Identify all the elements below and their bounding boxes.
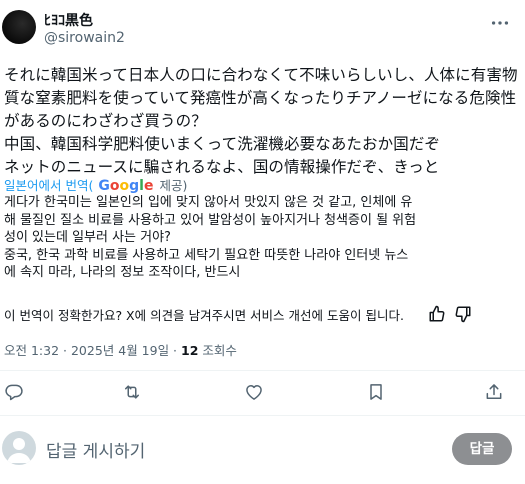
google-logo: Google	[98, 178, 154, 194]
tweet-text: それに韓国米って日本人の口に合わなくて不味いらしいし、人体に有害物 質な窒素肥料…	[4, 66, 518, 176]
thumbs-down-icon[interactable]	[454, 305, 472, 323]
reply-bubble-icon	[5, 384, 23, 401]
divider	[0, 415, 525, 416]
translation-attribution: 일본어에서 번역( Google 제공)	[4, 175, 187, 194]
more-horizontal-icon	[491, 21, 509, 25]
translated-from-link[interactable]: 일본어에서 번역	[4, 178, 88, 193]
reply-button[interactable]	[4, 382, 26, 404]
default-avatar	[2, 431, 36, 465]
more-options-button[interactable]	[488, 12, 512, 36]
retweet-icon	[125, 385, 139, 399]
thumbs-up-icon[interactable]	[428, 305, 446, 323]
tweet-timestamp[interactable]: 오전 1:32 · 2025년 4월 19일 ·	[4, 343, 181, 358]
translation-feedback: 이 번역이 정확한가요? X에 의견을 남겨주시면 서비스 개선에 도움이 됩니…	[4, 305, 518, 325]
author-handle[interactable]: @sirowain2	[44, 30, 125, 46]
divider	[0, 370, 525, 371]
bookmark-button[interactable]	[366, 382, 388, 404]
feedback-prompt: 이 번역이 정확한가요? X에 의견을 남겨주시면 서비스 개선에 도움이 됩니…	[4, 308, 404, 323]
reply-input[interactable]: 답글 게시하기	[46, 437, 145, 462]
heart-icon	[246, 385, 262, 400]
tweet-meta: 오전 1:32 · 2025년 4월 19일 · 12 조회수	[4, 340, 237, 359]
retweet-button[interactable]	[122, 382, 144, 404]
bookmark-icon	[370, 384, 382, 400]
share-upload-icon	[486, 384, 502, 399]
translated-text: 게다가 한국미는 일본인의 입에 맞지 않아서 맛있지 않은 것 같고, 인체에…	[4, 195, 417, 280]
tweet-actions	[0, 378, 525, 408]
author-avatar[interactable]	[2, 10, 36, 44]
reply-submit-button[interactable]: 답글	[452, 433, 512, 465]
views-label: 조회수	[198, 343, 237, 358]
tweet-detail: ﾋﾖｺ黒色 @sirowain2 それに韓国米って日本人の口に合わなくて不味いら…	[0, 0, 525, 484]
reply-composer: 답글 게시하기 답글	[0, 425, 525, 473]
like-button[interactable]	[244, 382, 266, 404]
author-display-name[interactable]: ﾋﾖｺ黒色	[44, 10, 93, 30]
share-button[interactable]	[484, 382, 506, 404]
views-count: 12	[181, 343, 199, 358]
attribution-open-paren: (	[88, 178, 94, 193]
translation-service-label: 제공)	[159, 178, 188, 193]
tweet-header: ﾋﾖｺ黒色 @sirowain2	[0, 6, 525, 50]
